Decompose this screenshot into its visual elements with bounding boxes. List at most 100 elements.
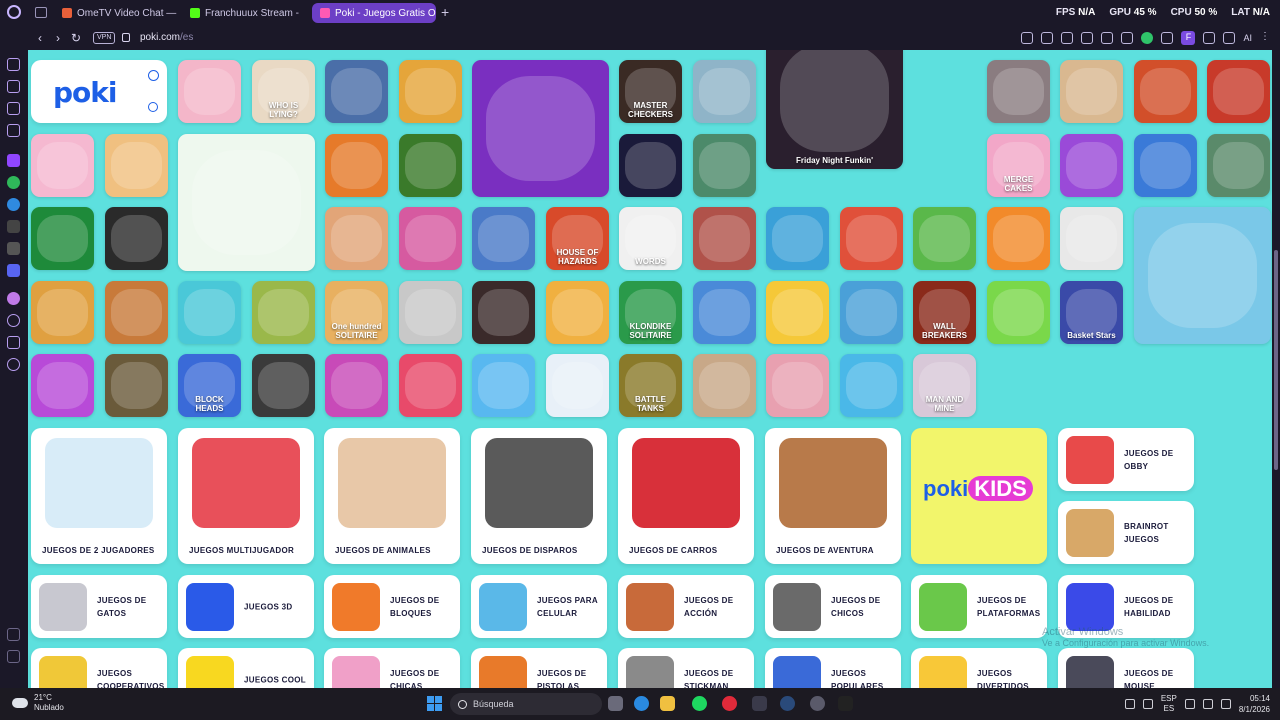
game-tile[interactable]	[252, 354, 315, 417]
game-tile[interactable]	[31, 207, 94, 270]
heart-icon[interactable]	[1101, 32, 1114, 44]
shield-icon[interactable]	[1061, 32, 1074, 44]
workspaces-icon[interactable]	[35, 7, 47, 18]
game-tile[interactable]	[178, 281, 241, 344]
gx-icon[interactable]	[7, 628, 20, 641]
game-tile[interactable]	[987, 207, 1050, 270]
category-card[interactable]: JUEGOS DE STICKMAN	[618, 648, 754, 688]
poki-logo[interactable]: poki	[53, 76, 117, 109]
game-tile[interactable]	[472, 207, 535, 270]
settings-gear-icon[interactable]	[7, 358, 20, 371]
game-tile[interactable]	[693, 281, 756, 344]
game-tile[interactable]	[105, 134, 168, 197]
file-explorer-icon[interactable]	[660, 696, 675, 711]
category-card[interactable]: JUEGOS DE CHICOS	[765, 575, 901, 638]
game-tile[interactable]	[105, 281, 168, 344]
pinboards-icon[interactable]	[7, 336, 20, 349]
game-tile[interactable]	[693, 207, 756, 270]
weather-widget[interactable]: 21°C Nublado	[12, 693, 64, 713]
category-card[interactable]: JUEGOS PARA CELULAR	[471, 575, 607, 638]
chevron-up-icon[interactable]	[1124, 699, 1135, 709]
tab-poki[interactable]: Poki - Juegos Gratis Online	[312, 3, 436, 23]
game-tile[interactable]	[1207, 134, 1270, 197]
battery-icon[interactable]	[1220, 699, 1231, 709]
category-card[interactable]: JUEGOS DE MOUSE	[1058, 648, 1194, 688]
game-tile[interactable]	[619, 134, 682, 197]
game-tile[interactable]: WALL BREAKERS	[913, 281, 976, 344]
snapshot-icon[interactable]	[1041, 32, 1054, 44]
game-tile[interactable]	[693, 60, 756, 123]
spotify-icon[interactable]	[692, 696, 707, 711]
game-tile[interactable]	[472, 281, 535, 344]
game-tile[interactable]: WHO IS LYING?	[252, 60, 315, 123]
messenger-icon[interactable]	[7, 102, 20, 115]
category-card[interactable]: JUEGOS DE GATOS	[31, 575, 167, 638]
game-tile[interactable]	[105, 207, 168, 270]
game-tile[interactable]	[472, 354, 535, 417]
category-card[interactable]: JUEGOS POPULARES	[765, 648, 901, 688]
language-indicator[interactable]: ESP ES	[1161, 694, 1177, 714]
game-tile[interactable]	[840, 354, 903, 417]
back-button[interactable]: ‹	[32, 30, 48, 46]
puzzle-icon[interactable]	[1161, 32, 1174, 44]
discord-icon[interactable]	[7, 264, 20, 277]
game-tile[interactable]	[399, 207, 462, 270]
game-tile[interactable]	[840, 281, 903, 344]
category-card[interactable]: JUEGOS DIVERTIDOS	[911, 648, 1047, 688]
game-tile[interactable]	[913, 207, 976, 270]
game-tile[interactable]: MAN AND MINE	[913, 354, 976, 417]
game-tile[interactable]	[1207, 60, 1270, 123]
history-icon[interactable]	[7, 314, 20, 327]
category-card[interactable]: BRAINROT JUEGOS	[1058, 501, 1194, 564]
game-tile[interactable]	[178, 60, 241, 123]
telegram-icon[interactable]	[7, 198, 20, 211]
category-card[interactable]: JUEGOS DE CHICAS	[324, 648, 460, 688]
game-tile[interactable]: MERGE CAKES	[987, 134, 1050, 197]
tab-ometv[interactable]: OmeTV Video Chat — Ome	[54, 3, 178, 23]
game-tile[interactable]	[399, 134, 462, 197]
mail-icon[interactable]	[7, 124, 20, 137]
category-card[interactable]: JUEGOS MULTIJUGADOR	[178, 428, 314, 564]
category-card[interactable]: JUEGOS DE 2 JUGADORES	[31, 428, 167, 564]
more-icon[interactable]	[7, 650, 20, 663]
aria-icon[interactable]	[7, 58, 20, 71]
x-icon[interactable]	[7, 242, 20, 255]
ai-icon[interactable]	[1223, 32, 1236, 44]
microphone-icon[interactable]	[1142, 699, 1153, 709]
game-tile[interactable]	[252, 281, 315, 344]
windows-start-icon[interactable]	[427, 696, 442, 711]
game-tile[interactable]	[325, 354, 388, 417]
game-tile[interactable]	[399, 281, 462, 344]
twitch-icon[interactable]	[7, 154, 20, 167]
game-tile[interactable]	[840, 207, 903, 270]
game-tile[interactable]: WORDS	[619, 207, 682, 270]
game-tile[interactable]: One hundred SOLITAIRE	[325, 281, 388, 344]
game-tile[interactable]	[399, 60, 462, 123]
game-tile[interactable]	[472, 60, 609, 197]
category-card[interactable]: JUEGOS DE ACCIÓN	[618, 575, 754, 638]
game-tile[interactable]	[766, 354, 829, 417]
lock-icon[interactable]	[122, 33, 130, 42]
clock[interactable]: 05:14 8/1/2026	[1239, 693, 1270, 715]
game-tile[interactable]	[31, 354, 94, 417]
steam-icon[interactable]	[780, 696, 795, 711]
game-tile[interactable]	[766, 207, 829, 270]
category-card[interactable]: JUEGOS DE ANIMALES	[324, 428, 460, 564]
game-tile[interactable]	[31, 134, 94, 197]
game-tile[interactable]: KLONDIKE SOLITAIRE	[619, 281, 682, 344]
game-tile[interactable]	[693, 354, 756, 417]
game-tile[interactable]	[1060, 60, 1123, 123]
game-tile[interactable]	[105, 354, 168, 417]
game-tile[interactable]: BATTLE TANKS	[619, 354, 682, 417]
epic-games-icon[interactable]	[752, 696, 767, 711]
category-card[interactable]: JUEGOS DE CARROS	[618, 428, 754, 564]
new-tab-button[interactable]: +	[441, 4, 449, 20]
game-tile[interactable]	[987, 60, 1050, 123]
search-icon[interactable]	[148, 102, 158, 112]
favorites-icon[interactable]	[7, 292, 20, 305]
edge-icon[interactable]	[634, 696, 649, 711]
category-card[interactable]: JUEGOS DE PISTOLAS	[471, 648, 607, 688]
game-tile[interactable]	[325, 207, 388, 270]
game-tile[interactable]	[178, 134, 315, 271]
settings-icon[interactable]	[1121, 32, 1134, 44]
